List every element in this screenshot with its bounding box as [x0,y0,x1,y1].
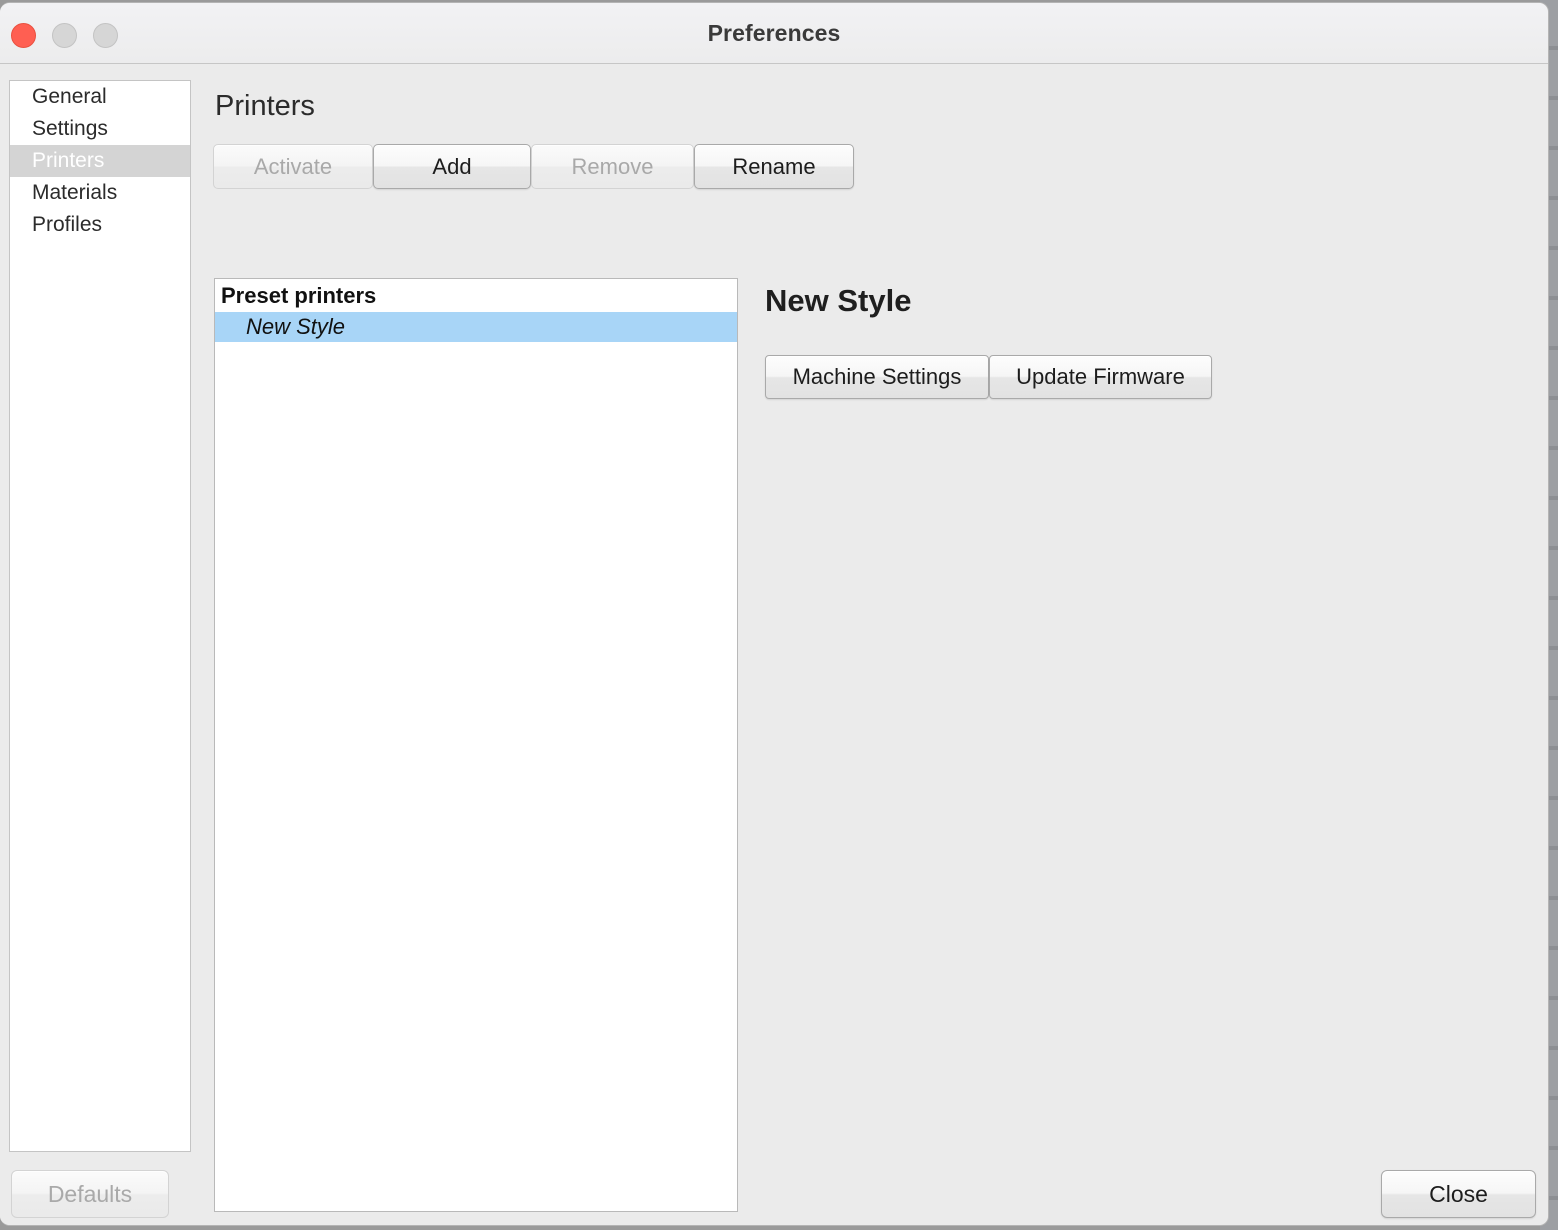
detail-pane-actions: Machine Settings Update Firmware [765,355,1212,399]
preferences-window: Preferences General Settings Printers Ma… [0,2,1549,1226]
add-button[interactable]: Add [373,144,531,189]
sidebar-item-materials[interactable]: Materials [10,177,190,209]
sidebar-item-printers[interactable]: Printers [10,145,190,177]
update-firmware-button[interactable]: Update Firmware [989,355,1212,399]
footer-right: Close [1381,1170,1536,1218]
sidebar-item-general[interactable]: General [10,81,190,113]
remove-button[interactable]: Remove [531,144,694,189]
printer-list[interactable]: Preset printers New Style [214,278,738,1212]
window-title: Preferences [707,20,841,46]
rename-button[interactable]: Rename [694,144,854,189]
detail-pane-title: New Style [765,283,912,318]
close-button[interactable]: Close [1381,1170,1536,1218]
window-titlebar: Preferences [0,3,1548,64]
list-item[interactable]: New Style [215,312,737,342]
activate-button[interactable]: Activate [213,144,373,189]
screen: Preferences General Settings Printers Ma… [0,0,1558,1230]
sidebar-item-profiles[interactable]: Profiles [10,209,190,241]
preferences-sidebar: General Settings Printers Materials Prof… [9,80,191,1152]
window-content: General Settings Printers Materials Prof… [0,64,1548,1225]
list-group-header: Preset printers [221,283,377,308]
footer-left: Defaults [11,1170,169,1218]
machine-settings-button[interactable]: Machine Settings [765,355,989,399]
printers-toolbar: Activate Add Remove Rename [213,144,854,189]
sidebar-item-settings[interactable]: Settings [10,113,190,145]
defaults-button[interactable]: Defaults [11,1170,169,1218]
page-title: Printers [215,90,315,122]
